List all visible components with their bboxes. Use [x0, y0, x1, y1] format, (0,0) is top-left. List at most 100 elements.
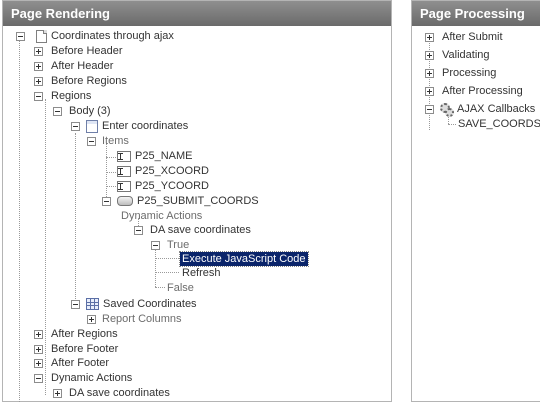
tree-node-after-submit[interactable]: After Submit	[425, 30, 503, 44]
report-columns-label[interactable]: Report Columns	[102, 312, 181, 326]
tree-node-p25-xcoord[interactable]: P25_XCOORD	[117, 164, 209, 178]
collapse-toggle-icon[interactable]	[102, 197, 111, 206]
collapse-toggle-icon[interactable]	[134, 226, 143, 235]
collapse-toggle-icon[interactable]	[53, 107, 62, 116]
gears-icon	[440, 102, 454, 117]
tree-node-regions[interactable]: Regions	[34, 89, 91, 103]
da-save-label[interactable]: DA save coordinates	[150, 223, 251, 237]
expand-toggle-icon[interactable]	[34, 330, 43, 339]
tree-node-save-coords[interactable]: SAVE_COORDS	[458, 117, 540, 131]
tree-node-after-header[interactable]: After Header	[34, 59, 113, 73]
before-regions-label[interactable]: Before Regions	[51, 74, 127, 88]
processing-label[interactable]: Processing	[442, 66, 496, 80]
tree-node-after-processing[interactable]: After Processing	[425, 84, 523, 98]
tree-connector	[19, 40, 20, 402]
after-header-label[interactable]: After Header	[51, 59, 113, 73]
after-footer-label[interactable]: After Footer	[51, 356, 109, 370]
page-processing-title: Page Processing	[412, 1, 540, 26]
expand-toggle-icon[interactable]	[53, 389, 62, 398]
report-icon	[86, 298, 99, 310]
collapse-toggle-icon[interactable]	[71, 300, 80, 309]
tree-connector	[75, 133, 76, 303]
expand-toggle-icon[interactable]	[425, 87, 434, 96]
after-regions-label[interactable]: After Regions	[51, 327, 118, 341]
save-coords-label[interactable]: SAVE_COORDS	[458, 117, 540, 131]
expand-toggle-icon[interactable]	[34, 62, 43, 71]
tree-node-refresh[interactable]: Refresh	[182, 266, 221, 280]
tree-node-items[interactable]: Items	[87, 134, 129, 148]
collapse-toggle-icon[interactable]	[34, 374, 43, 383]
tree-node-processing[interactable]: Processing	[425, 66, 496, 80]
ajax-callbacks-label[interactable]: AJAX Callbacks	[457, 102, 535, 116]
tree-connector	[155, 272, 179, 273]
collapse-toggle-icon[interactable]	[16, 32, 25, 41]
collapse-toggle-icon[interactable]	[425, 105, 434, 114]
tree-node-body[interactable]: Body (3)	[53, 104, 111, 118]
tree-node-p25-name[interactable]: P25_NAME	[117, 149, 192, 163]
p25-xcoord-label[interactable]: P25_XCOORD	[135, 164, 209, 178]
page-processing-panel: Page Processing After Submit Validating …	[411, 0, 540, 402]
tree-node-dynamic-actions[interactable]: Dynamic Actions	[121, 209, 202, 223]
after-processing-label[interactable]: After Processing	[442, 84, 523, 98]
tree-connector	[106, 157, 116, 158]
tree-node-saved-coordinates[interactable]: Saved Coordinates	[71, 297, 197, 311]
tree-node-da-save[interactable]: DA save coordinates	[134, 223, 251, 237]
tree-node-before-footer[interactable]: Before Footer	[34, 342, 118, 356]
p25-ycoord-label[interactable]: P25_YCOORD	[135, 179, 209, 193]
tree-node-da-save-root[interactable]: DA save coordinates	[53, 386, 170, 400]
expand-toggle-icon[interactable]	[87, 315, 96, 324]
tree-connector	[448, 124, 456, 125]
tree-node-execute-js[interactable]: Execute JavaScript Code	[179, 251, 309, 267]
items-group-label[interactable]: Items	[102, 134, 129, 148]
before-footer-label[interactable]: Before Footer	[51, 342, 118, 356]
tree-node-before-header[interactable]: Before Header	[34, 44, 123, 58]
tree-node-dynamic-actions-root[interactable]: Dynamic Actions	[34, 371, 132, 385]
enter-coordinates-label[interactable]: Enter coordinates	[102, 119, 188, 133]
expand-toggle-icon[interactable]	[34, 47, 43, 56]
true-branch-label[interactable]: True	[167, 238, 189, 252]
collapse-toggle-icon[interactable]	[151, 241, 160, 250]
page-label[interactable]: Coordinates through ajax	[51, 29, 174, 43]
collapse-toggle-icon[interactable]	[71, 122, 80, 131]
refresh-label[interactable]: Refresh	[182, 266, 221, 280]
tree-node-true[interactable]: True	[151, 238, 189, 252]
execute-js-label[interactable]: Execute JavaScript Code	[179, 251, 309, 267]
tree-node-before-regions[interactable]: Before Regions	[34, 74, 127, 88]
regions-label[interactable]: Regions	[51, 89, 91, 103]
da-save-root-label[interactable]: DA save coordinates	[69, 386, 170, 400]
validating-label[interactable]: Validating	[442, 48, 490, 62]
page-icon	[36, 29, 47, 43]
tree-node-after-footer[interactable]: After Footer	[34, 356, 109, 370]
tree-node-false[interactable]: False	[167, 281, 194, 295]
tree-node-p25-submit[interactable]: P25_SUBMIT_COORDS	[102, 194, 259, 208]
tree-connector	[155, 258, 179, 259]
expand-toggle-icon[interactable]	[34, 77, 43, 86]
expand-toggle-icon[interactable]	[34, 345, 43, 354]
body-label[interactable]: Body (3)	[69, 104, 111, 118]
tree-node-p25-ycoord[interactable]: P25_YCOORD	[117, 179, 209, 193]
p25-submit-label[interactable]: P25_SUBMIT_COORDS	[137, 194, 259, 208]
tree-node-page[interactable]: Coordinates through ajax	[16, 29, 174, 43]
tree-node-report-columns[interactable]: Report Columns	[87, 312, 181, 326]
region-icon	[86, 119, 98, 133]
page-rendering-title: Page Rendering	[3, 1, 391, 26]
page-rendering-panel: Page Rendering Coordinates through ajax …	[2, 0, 392, 402]
collapse-toggle-icon[interactable]	[34, 92, 43, 101]
tree-node-after-regions[interactable]: After Regions	[34, 327, 118, 341]
tree-node-validating[interactable]: Validating	[425, 48, 490, 62]
dynamic-actions-root-label[interactable]: Dynamic Actions	[51, 371, 132, 385]
expand-toggle-icon[interactable]	[425, 33, 434, 42]
tree-node-ajax-callbacks[interactable]: AJAX Callbacks	[425, 102, 535, 117]
dynamic-actions-label[interactable]: Dynamic Actions	[121, 209, 202, 223]
p25-name-label[interactable]: P25_NAME	[135, 149, 192, 163]
after-submit-label[interactable]: After Submit	[442, 30, 503, 44]
collapse-toggle-icon[interactable]	[87, 137, 96, 146]
before-header-label[interactable]: Before Header	[51, 44, 123, 58]
false-branch-label[interactable]: False	[167, 281, 194, 295]
text-item-icon	[117, 165, 131, 177]
saved-coordinates-label[interactable]: Saved Coordinates	[103, 297, 197, 311]
expand-toggle-icon[interactable]	[34, 359, 43, 368]
expand-toggle-icon[interactable]	[425, 51, 434, 60]
expand-toggle-icon[interactable]	[425, 69, 434, 78]
tree-node-enter-coordinates[interactable]: Enter coordinates	[71, 119, 188, 133]
